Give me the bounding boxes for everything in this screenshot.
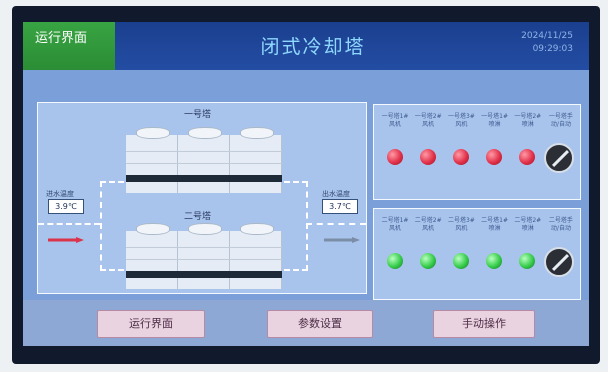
inlet-pipe-loop xyxy=(100,181,124,271)
tower-1-status-labels: 一号塔1#风机 一号塔2#风机 一号塔3#风机 一号塔1#喷淋 一号塔2#喷淋 … xyxy=(380,113,576,129)
tower-2-status-labels: 二号塔1#风机 二号塔2#风机 二号塔3#风机 二号塔1#喷淋 二号塔2#喷淋 … xyxy=(380,217,576,233)
date-text: 2024/11/25 xyxy=(521,31,573,41)
datetime-display: 2024/11/25 09:29:03 xyxy=(521,30,573,56)
outlet-pipe xyxy=(306,223,366,225)
status-label: 二号塔2#喷淋 xyxy=(514,217,542,232)
main-content: 一号塔 二号塔 进水温度 3.9℃ 出水温度 3.7℃ 一号塔1#风机 一号塔2… xyxy=(23,70,589,300)
tower-2-unit-3 xyxy=(230,223,282,289)
inlet-temp-label: 进水温度 xyxy=(46,190,74,198)
status-label: 一号塔2#风机 xyxy=(414,113,442,128)
run-screen-button[interactable]: 运行界面 xyxy=(97,310,205,338)
status-label: 一号塔1#风机 xyxy=(381,113,409,128)
outlet-temp-label: 出水温度 xyxy=(322,190,350,198)
tower-schematic-panel: 一号塔 二号塔 进水温度 3.9℃ 出水温度 3.7℃ xyxy=(37,102,367,294)
inlet-flow-arrow-icon xyxy=(48,237,84,243)
tower-1-unit-2 xyxy=(178,127,230,193)
tower-2-label: 二号塔 xyxy=(184,212,212,222)
hmi-screen: 运行界面 闭式冷却塔 2024/11/25 09:29:03 一号塔 二号塔 进… xyxy=(23,22,589,346)
status-label: 一号塔3#风机 xyxy=(447,113,475,128)
current-mode-label: 运行界面 xyxy=(23,22,115,70)
page-title: 闭式冷却塔 xyxy=(260,36,366,58)
tower-1-spray-1-status-lamp xyxy=(486,149,502,165)
manual-operation-button[interactable]: 手动操作 xyxy=(433,310,535,338)
tower-1-fan-1-status-lamp xyxy=(387,149,403,165)
parameter-settings-button[interactable]: 参数设置 xyxy=(267,310,373,338)
status-label: 二号塔手动/自动 xyxy=(548,217,573,232)
tower-2-spray-1-status-lamp xyxy=(486,253,502,269)
tower-2-fan-1-status-lamp xyxy=(387,253,403,269)
tower-2-status-panel: 二号塔1#风机 二号塔2#风机 二号塔3#风机 二号塔1#喷淋 二号塔2#喷淋 … xyxy=(373,208,581,300)
status-label: 二号塔1#喷淋 xyxy=(481,217,508,232)
time-text: 09:29:03 xyxy=(532,44,573,54)
tower-1-fan-2-status-lamp xyxy=(420,149,436,165)
navigation-bar: 运行界面 参数设置 手动操作 xyxy=(23,300,589,346)
tower-2-fan-3-status-lamp xyxy=(453,253,469,269)
tower-1-unit-1 xyxy=(126,127,178,193)
inlet-temp-value: 3.9℃ xyxy=(48,199,84,214)
outlet-flow-arrow-icon xyxy=(324,237,360,243)
outlet-pipe-loop xyxy=(284,181,308,271)
tower-2-mode-selector-knob[interactable] xyxy=(544,247,574,277)
tower-2-spray-2-status-lamp xyxy=(519,253,535,269)
tower-2-unit-1 xyxy=(126,223,178,289)
header-bar: 运行界面 闭式冷却塔 2024/11/25 09:29:03 xyxy=(23,22,589,70)
status-label: 二号塔2#风机 xyxy=(414,217,442,232)
tower-1-status-panel: 一号塔1#风机 一号塔2#风机 一号塔3#风机 一号塔1#喷淋 一号塔2#喷淋 … xyxy=(373,104,581,200)
tower-1-spray-2-status-lamp xyxy=(519,149,535,165)
status-label: 一号塔1#喷淋 xyxy=(481,113,508,128)
tower-1-unit-3 xyxy=(230,127,282,193)
tower-1-label: 一号塔 xyxy=(184,110,212,120)
status-label: 一号塔手动/自动 xyxy=(548,113,573,128)
status-label: 二号塔3#风机 xyxy=(447,217,475,232)
outlet-temp-value: 3.7℃ xyxy=(322,199,358,214)
tower-2 xyxy=(126,223,282,289)
tower-2-fan-2-status-lamp xyxy=(420,253,436,269)
tower-1-fan-3-status-lamp xyxy=(453,149,469,165)
tower-2-unit-2 xyxy=(178,223,230,289)
status-label: 一号塔2#喷淋 xyxy=(514,113,542,128)
status-label: 二号塔1#风机 xyxy=(381,217,409,232)
tower-1 xyxy=(126,127,282,193)
inlet-pipe xyxy=(38,223,100,225)
tower-1-mode-selector-knob[interactable] xyxy=(544,143,574,173)
